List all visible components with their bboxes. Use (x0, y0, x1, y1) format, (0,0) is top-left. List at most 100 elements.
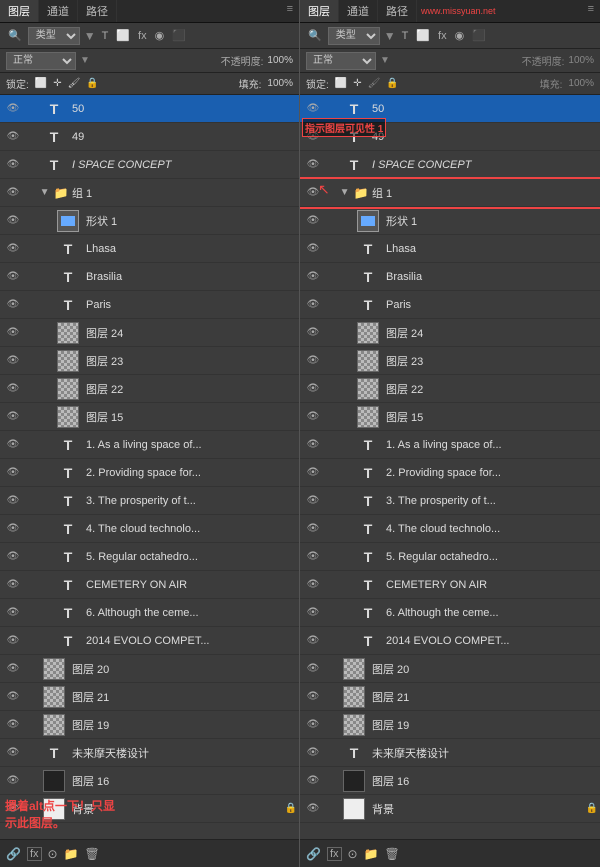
layer-visibility-toggle[interactable]: 👁 (2, 327, 24, 338)
layer-item[interactable]: 👁TLhasa (0, 235, 299, 263)
right-tool-fx[interactable]: fx (436, 29, 449, 43)
layer-visibility-toggle[interactable]: 👁 (302, 187, 324, 198)
layer-item[interactable]: 👁T2014 EVOLO COMPET... (300, 627, 600, 655)
layer-visibility-toggle[interactable]: 👁 (2, 271, 24, 282)
layer-visibility-toggle[interactable]: 👁 (302, 495, 324, 506)
layer-item[interactable]: 👁形状 1 (300, 207, 600, 235)
right-footer-fx[interactable]: fx (327, 847, 342, 861)
layer-visibility-toggle[interactable]: 👁 (302, 439, 324, 450)
left-tool-rect[interactable]: ⬜ (114, 28, 132, 43)
layer-item[interactable]: 👁TBrasilia (300, 263, 600, 291)
right-tab-channels[interactable]: 通道 (339, 0, 378, 22)
layer-item[interactable]: 👁T3. The prosperity of t... (0, 487, 299, 515)
layer-visibility-toggle[interactable]: 👁 (302, 383, 324, 394)
layer-item[interactable]: 👁T49 (0, 123, 299, 151)
left-tab-paths[interactable]: 路径 (78, 0, 117, 22)
layer-item[interactable]: 👁▼📁组 1群组同样适用↖ (300, 179, 600, 207)
layer-item[interactable]: 👁T2014 EVOLO COMPET... (0, 627, 299, 655)
layer-item[interactable]: 👁TCEMETERY ON AIR (0, 571, 299, 599)
layer-item[interactable]: 👁背景🔒 (300, 795, 600, 823)
layer-item[interactable]: 👁T2. Providing space for... (0, 459, 299, 487)
layer-item[interactable]: 👁图层 24 (0, 319, 299, 347)
layer-visibility-toggle[interactable]: 👁 (2, 243, 24, 254)
layer-visibility-toggle[interactable]: 👁 (2, 355, 24, 366)
layer-item[interactable]: 👁T未来摩天楼设计 (300, 739, 600, 767)
layer-visibility-toggle[interactable]: 👁 (302, 635, 324, 646)
layer-item[interactable]: 👁T1. As a living space of... (300, 431, 600, 459)
left-lock-icon[interactable]: ⬜ (35, 78, 47, 89)
layer-item[interactable]: 👁T5. Regular octahedro... (300, 543, 600, 571)
layer-visibility-toggle[interactable]: 👁 (302, 103, 324, 114)
layer-item[interactable]: 👁▼📁组 1 (0, 179, 299, 207)
right-lock-icon[interactable]: ⬜ (335, 78, 347, 89)
left-tool-square[interactable]: ⬛ (170, 28, 188, 43)
left-footer-circle[interactable]: ⊙ (48, 847, 58, 861)
layer-item[interactable]: 👁T6. Although the ceme... (0, 599, 299, 627)
layer-visibility-toggle[interactable]: 👁 (302, 663, 324, 674)
layer-visibility-toggle[interactable]: 👁 (302, 579, 324, 590)
layer-visibility-toggle[interactable]: 👁 (2, 495, 24, 506)
left-tab-layers[interactable]: 图层 (0, 0, 39, 22)
layer-visibility-toggle[interactable]: 👁 (302, 747, 324, 758)
layer-item[interactable]: 👁TBrasilia (0, 263, 299, 291)
layer-visibility-toggle[interactable]: 👁 (2, 635, 24, 646)
layer-item[interactable]: 👁TParis (300, 291, 600, 319)
layer-visibility-toggle[interactable]: 👁 (2, 103, 24, 114)
right-type-selector[interactable]: 类型 (328, 27, 380, 45)
layer-visibility-toggle[interactable]: 👁 (2, 467, 24, 478)
right-footer-link[interactable]: 🔗 (306, 847, 321, 861)
layer-visibility-toggle[interactable]: 👁 (302, 411, 324, 422)
right-tool-circle[interactable]: ◉ (453, 28, 467, 43)
left-blend-mode[interactable]: 正常 (6, 52, 76, 70)
layer-visibility-toggle[interactable]: 👁 (2, 579, 24, 590)
layer-visibility-toggle[interactable]: 👁 (302, 271, 324, 282)
left-brush-icon[interactable]: 🖌 (68, 78, 81, 89)
layer-visibility-toggle[interactable]: 👁 (302, 719, 324, 730)
right-layers-list[interactable]: 👁T50👁T49👁TI SPACE CONCEPT👁▼📁组 1群组同样适用↖👁形… (300, 95, 600, 839)
layer-visibility-toggle[interactable]: 👁 (2, 523, 24, 534)
layer-visibility-toggle[interactable]: 👁 (2, 747, 24, 758)
layer-item[interactable]: 👁图层 23 (0, 347, 299, 375)
layer-visibility-toggle[interactable]: 👁 (2, 299, 24, 310)
left-footer-link[interactable]: 🔗 (6, 847, 21, 861)
layer-visibility-toggle[interactable]: 👁 (2, 719, 24, 730)
layer-item[interactable]: 👁T3. The prosperity of t... (300, 487, 600, 515)
layer-item[interactable]: 👁形状 1 (0, 207, 299, 235)
layer-visibility-toggle[interactable]: 👁 (302, 243, 324, 254)
layer-item[interactable]: 👁背景🔒 (0, 795, 299, 823)
layer-item[interactable]: 👁T4. The cloud technolo... (300, 515, 600, 543)
layer-visibility-toggle[interactable]: 👁 (302, 355, 324, 366)
layer-visibility-toggle[interactable]: 👁 (2, 215, 24, 226)
group-expand-arrow[interactable]: ▼ (340, 187, 350, 198)
left-tool-circle[interactable]: ◉ (153, 28, 167, 43)
layer-item[interactable]: 👁TI SPACE CONCEPT (300, 151, 600, 179)
left-tool-fx[interactable]: fx (136, 29, 149, 43)
layer-visibility-toggle[interactable]: 👁 (2, 439, 24, 450)
left-move-icon[interactable]: ✛ (53, 78, 61, 89)
layer-item[interactable]: 👁图层 21 (0, 683, 299, 711)
layer-item[interactable]: 👁T6. Although the ceme... (300, 599, 600, 627)
left-layers-list[interactable]: 👁T50👁T49👁TI SPACE CONCEPT👁▼📁组 1👁形状 1👁TLh… (0, 95, 299, 839)
layer-item[interactable]: 👁图层 22 (0, 375, 299, 403)
right-tool-T[interactable]: T (400, 29, 411, 43)
layer-item[interactable]: 👁TParis (0, 291, 299, 319)
right-brush-icon[interactable]: 🖌 (368, 78, 381, 89)
layer-visibility-toggle[interactable]: 👁 (302, 775, 324, 786)
layer-visibility-toggle[interactable]: 👁 (2, 663, 24, 674)
layer-item[interactable]: 👁T未来摩天楼设计 (0, 739, 299, 767)
left-type-selector[interactable]: 类型 (28, 27, 80, 45)
layer-item[interactable]: 👁图层 24 (300, 319, 600, 347)
layer-visibility-toggle[interactable]: 👁 (302, 803, 324, 814)
layer-visibility-toggle[interactable]: 👁 (302, 215, 324, 226)
right-footer-folder[interactable]: 📁 (364, 847, 379, 861)
layer-item[interactable]: 👁T1. As a living space of... (0, 431, 299, 459)
left-tool-T[interactable]: T (100, 29, 111, 43)
layer-item[interactable]: 👁TLhasa (300, 235, 600, 263)
layer-item[interactable]: 👁TI SPACE CONCEPT (0, 151, 299, 179)
layer-visibility-toggle[interactable]: 👁 (302, 159, 324, 170)
layer-visibility-toggle[interactable]: 👁 (302, 551, 324, 562)
group-expand-arrow[interactable]: ▼ (40, 187, 50, 198)
layer-item[interactable]: 👁图层 20 (0, 655, 299, 683)
layer-item[interactable]: 👁图层 22 (300, 375, 600, 403)
left-tab-channels[interactable]: 通道 (39, 0, 78, 22)
